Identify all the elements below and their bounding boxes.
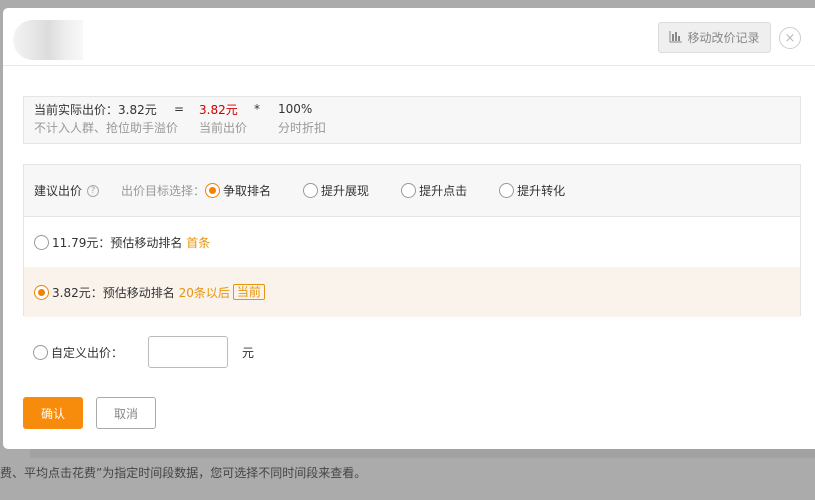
goal-impressions[interactable]: 提升展现: [303, 182, 369, 199]
suggested-bid-panel: 建议出价 ? 出价目标选择： 争取排名 提升展现 提升点击 提升转化 11.79…: [23, 164, 801, 317]
goal-rank[interactable]: 争取排名: [205, 182, 271, 199]
radio-icon[interactable]: [205, 183, 221, 198]
custom-bid-row: 自定义出价： 元: [33, 336, 254, 368]
option-desc: 预估移动排名: [102, 285, 175, 300]
option-desc: 预估移动排名: [110, 235, 183, 250]
help-icon[interactable]: ?: [87, 184, 100, 197]
current-price-box: 当前实际出价：3.82元 = 3.82元 * 100% 不计入人群、抢位助手溢价…: [23, 96, 801, 144]
option-rank: 首条: [186, 235, 211, 250]
suggested-bid-option-current[interactable]: 3.82元： 预估移动排名 20条以后 当前: [24, 267, 800, 317]
current-bid-value: 3.82元: [199, 102, 238, 117]
actual-bid-label: 当前实际出价：3.82元: [34, 102, 157, 117]
current-bid-note: 当前出价: [199, 120, 248, 135]
radio-icon[interactable]: [303, 183, 319, 198]
suggested-bid-header: 建议出价 ? 出价目标选择： 争取排名 提升展现 提升点击 提升转化: [24, 165, 800, 217]
goal-label-text: 提升点击: [419, 184, 468, 198]
price-history-button[interactable]: 移动改价记录: [658, 22, 771, 53]
goal-label-text: 争取排名: [223, 184, 272, 198]
actual-bid-note: 不计入人群、抢位助手溢价: [34, 120, 179, 135]
modal-header: 移动改价记录 ×: [3, 8, 815, 66]
confirm-button[interactable]: 确认: [23, 397, 83, 429]
suggested-bid-title: 建议出价: [34, 184, 83, 198]
custom-bid-label: 自定义出价：: [51, 345, 124, 360]
radio-icon[interactable]: [499, 183, 515, 198]
option-price: 3.82元：: [52, 285, 103, 300]
radio-icon[interactable]: [401, 183, 417, 198]
goal-label: 出价目标选择：: [121, 184, 206, 198]
option-rank: 20条以后: [178, 285, 230, 300]
multiply-sign: *: [254, 102, 260, 116]
option-price: 11.79元：: [52, 235, 111, 250]
bar-chart-icon: [669, 30, 683, 46]
custom-bid-radio[interactable]: [33, 344, 48, 360]
goal-label-text: 提升展现: [321, 184, 370, 198]
bid-modal: 移动改价记录 × 当前实际出价：3.82元 = 3.82元 * 100% 不计入…: [3, 8, 815, 449]
price-history-label: 移动改价记录: [687, 31, 760, 45]
goal-clicks[interactable]: 提升点击: [401, 182, 467, 199]
discount-note: 分时折扣: [278, 120, 327, 135]
equals-sign: =: [174, 102, 185, 116]
goal-conversion[interactable]: 提升转化: [499, 182, 565, 199]
suggested-bid-option-top[interactable]: 11.79元： 预估移动排名 首条: [24, 217, 800, 267]
custom-bid-unit: 元: [242, 345, 255, 360]
blurred-logo: [13, 20, 83, 60]
background-note: 费、平均点击花费”为指定时间段数据，您可选择不同时间段来查看。: [0, 466, 367, 480]
goal-label-text: 提升转化: [517, 184, 566, 198]
cancel-button[interactable]: 取消: [96, 397, 156, 429]
custom-bid-input[interactable]: [148, 336, 229, 368]
radio-icon[interactable]: [34, 234, 49, 250]
close-icon[interactable]: ×: [779, 27, 801, 49]
radio-icon[interactable]: [34, 284, 49, 300]
current-badge: 当前: [232, 284, 265, 300]
discount-value: 100%: [278, 102, 313, 116]
